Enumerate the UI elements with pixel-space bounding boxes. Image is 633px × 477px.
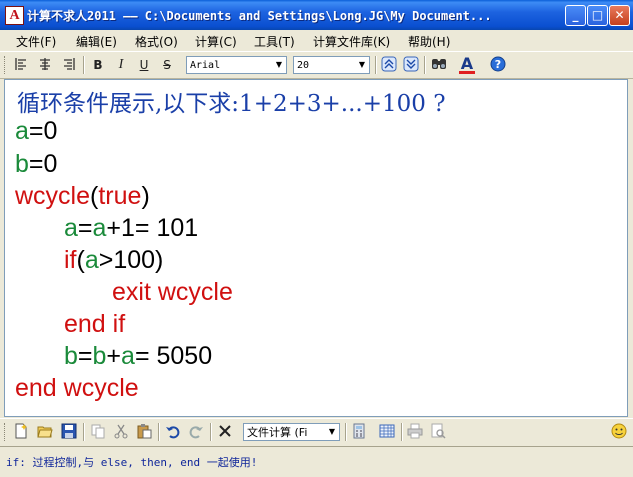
close-button[interactable]: ✕ (609, 5, 630, 26)
move-up-icon[interactable] (380, 56, 398, 74)
code-token: + (106, 342, 122, 370)
code-token: a (84, 246, 99, 274)
font-name-value: Arial (190, 60, 221, 71)
font-size-value: 20 (297, 60, 310, 71)
chevron-down-icon[interactable]: ▼ (272, 57, 286, 73)
menu-help[interactable]: 帮助(H) (408, 33, 450, 50)
svg-text:?: ? (495, 58, 501, 71)
paste-icon[interactable] (135, 423, 153, 441)
code-line: if(a>100) (64, 245, 163, 275)
code-line: a=a+1= 101 (64, 213, 198, 243)
code-token: a (121, 342, 135, 370)
toolbar-grip[interactable] (4, 423, 7, 441)
code-line: end if (64, 309, 125, 339)
copy-icon[interactable] (89, 423, 107, 441)
maximize-button[interactable]: □ (587, 5, 608, 26)
code-token: +1= 101 (106, 214, 199, 242)
align-left-icon[interactable] (12, 56, 30, 74)
code-token: = 5050 (134, 342, 213, 370)
format-toolbar: B I U S Arial ▼ 20 ▼ A ? (0, 51, 633, 79)
print-preview-icon[interactable] (429, 423, 447, 441)
code-token: if (64, 246, 77, 274)
code-token: = (77, 214, 93, 242)
align-center-icon[interactable] (36, 56, 54, 74)
strikethrough-icon[interactable]: S (158, 56, 176, 74)
move-down-icon[interactable] (402, 56, 420, 74)
code-token: ( (76, 246, 85, 274)
code-token: a (92, 214, 107, 242)
status-message: if: 过程控制,与 else, then, end 一起使用! (6, 456, 258, 469)
font-name-select[interactable]: Arial ▼ (186, 56, 287, 74)
code-token: b (64, 342, 78, 370)
chevron-down-icon[interactable]: ▼ (355, 57, 369, 73)
font-size-select[interactable]: 20 ▼ (293, 56, 370, 74)
code-token: b (92, 342, 107, 370)
align-right-icon[interactable] (60, 56, 78, 74)
editor-heading: 循环条件展示,以下求:1+2+3+...+100 ? (17, 91, 446, 117)
redo-icon[interactable] (187, 423, 205, 441)
status-bar: if: 过程控制,与 else, then, end 一起使用! (0, 446, 633, 477)
minimize-button[interactable]: _ (565, 5, 586, 26)
menu-calc-library[interactable]: 计算文件库(K) (313, 33, 390, 50)
code-line: wcycle(true) (15, 181, 150, 211)
code-token: exit wcycle (112, 278, 233, 306)
menu-calculate[interactable]: 计算(C) (195, 33, 237, 50)
font-color-swatch (459, 71, 475, 74)
code-token: end if (64, 310, 126, 338)
code-token: true (98, 182, 142, 210)
menu-bar: 文件(F) 编辑(E) 格式(O) 计算(C) 工具(T) 计算文件库(K) 帮… (0, 30, 633, 50)
find-icon[interactable] (430, 56, 448, 74)
calc-mode-select[interactable]: 文件计算 (Fi ▼ (243, 423, 340, 441)
open-icon[interactable] (36, 423, 54, 441)
code-line: b=b+a= 5050 (64, 341, 212, 371)
save-icon[interactable] (60, 423, 78, 441)
bold-icon[interactable]: B (89, 56, 107, 74)
calc-mode-value: 文件计算 (Fi (247, 426, 308, 439)
chevron-down-icon[interactable]: ▼ (325, 424, 339, 440)
new-icon[interactable] (12, 423, 30, 441)
code-line: end wcycle (15, 373, 139, 403)
window-title: 计算不求人2011 —— C:\Documents and Settings\L… (27, 9, 492, 23)
code-token: =0 (28, 117, 58, 145)
title-bar[interactable]: A 计算不求人2011 —— C:\Documents and Settings… (0, 0, 633, 30)
delete-icon[interactable] (216, 423, 234, 441)
code-token: >100) (98, 246, 164, 274)
toolbar-grip[interactable] (4, 56, 7, 74)
code-token: = (77, 342, 93, 370)
menu-tools[interactable]: 工具(T) (254, 33, 295, 50)
menu-format[interactable]: 格式(O) (135, 33, 178, 50)
app-icon[interactable]: A (5, 6, 24, 25)
code-token: a (64, 214, 78, 242)
code-token: wcycle (15, 182, 91, 210)
code-editor[interactable]: 循环条件展示,以下求:1+2+3+...+100 ? a=0 b=0 wcycl… (4, 79, 628, 417)
code-token: ) (141, 182, 150, 210)
table-icon[interactable] (378, 423, 396, 441)
app-window: A 计算不求人2011 —— C:\Documents and Settings… (0, 0, 633, 477)
italic-icon[interactable]: I (112, 56, 130, 74)
help-icon[interactable]: ? (489, 56, 507, 74)
undo-icon[interactable] (164, 423, 182, 441)
code-line: exit wcycle (112, 277, 233, 307)
code-line: b=0 (15, 149, 57, 179)
cut-icon[interactable] (112, 423, 130, 441)
menu-edit[interactable]: 编辑(E) (76, 33, 117, 50)
code-token: end wcycle (15, 374, 139, 402)
calculator-icon[interactable] (350, 423, 368, 441)
smiley-icon[interactable] (610, 423, 628, 441)
standard-toolbar: 文件计算 (Fi ▼ (0, 418, 633, 446)
code-token: b (15, 150, 29, 178)
font-color-icon[interactable]: A (458, 55, 476, 74)
code-line: a=0 (15, 116, 57, 146)
menu-file[interactable]: 文件(F) (16, 33, 56, 50)
code-token: =0 (28, 150, 58, 178)
code-token: a (15, 117, 29, 145)
underline-icon[interactable]: U (135, 56, 153, 74)
print-icon[interactable] (406, 423, 424, 441)
